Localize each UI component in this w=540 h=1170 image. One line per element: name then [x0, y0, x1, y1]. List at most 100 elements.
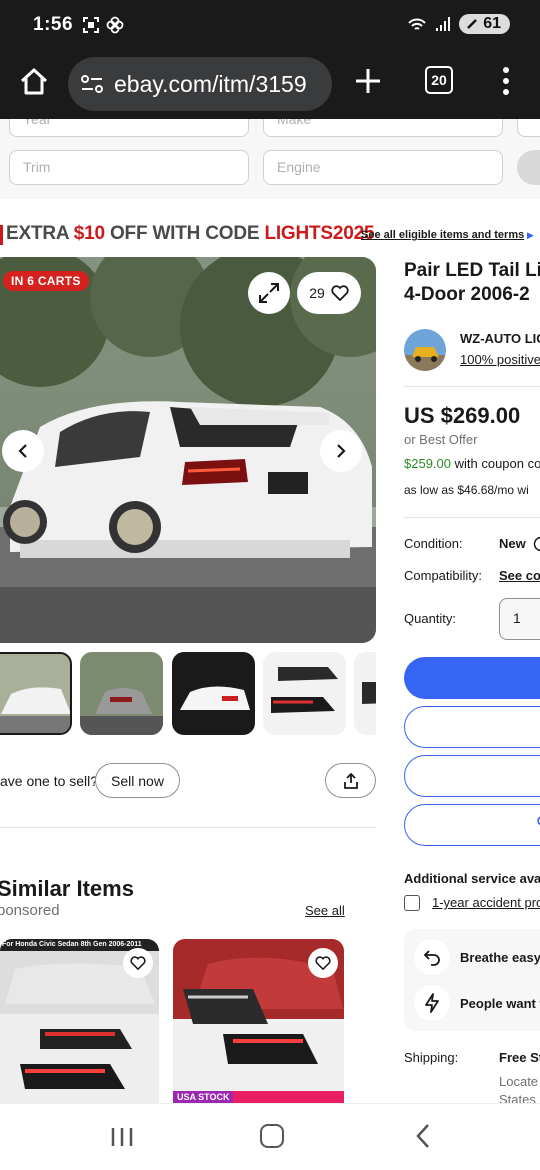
thumbnail-1[interactable]	[0, 652, 72, 735]
year-select[interactable]: Year	[9, 119, 249, 137]
fullscreen-button[interactable]	[248, 272, 290, 314]
previous-image-button[interactable]	[2, 430, 44, 472]
return-icon-wrap	[414, 939, 450, 975]
financing-line[interactable]: as low as $46.68/mo wi	[404, 483, 529, 497]
accident-plan-label[interactable]: 1-year accident pro	[432, 895, 540, 910]
sell-now-button[interactable]: Sell now	[95, 763, 180, 798]
make-offer-button[interactable]	[404, 755, 540, 797]
home-icon[interactable]	[18, 66, 50, 98]
similar-item-2-banner: USA STOCK	[177, 1092, 230, 1102]
make-placeholder: Make	[277, 119, 312, 127]
heart-icon	[130, 956, 146, 970]
shipping-label: Shipping:	[404, 1050, 459, 1065]
pinwheel-icon	[106, 16, 124, 34]
seller-feedback-link[interactable]: 100% positive	[460, 352, 540, 367]
watch-count: 29	[309, 285, 325, 301]
promo-middle: OFF WITH CODE	[104, 223, 265, 244]
condition-value: New	[499, 536, 526, 551]
buy-it-now-button[interactable]	[404, 657, 540, 699]
tab-count: 20	[431, 72, 447, 88]
listing-title-line-1: Pair LED Tail Li	[404, 260, 540, 281]
heart-icon	[315, 956, 331, 970]
promo-code: LIGHTS2025	[264, 223, 375, 244]
signal-icon	[436, 17, 451, 31]
listing-title-line-2: 4-Door 2006-2	[404, 284, 530, 305]
quantity-input[interactable]: 1	[499, 598, 540, 640]
chevron-right-icon	[337, 444, 346, 458]
coupon-text: with coupon co	[451, 456, 540, 471]
section-divider	[0, 827, 376, 828]
sell-now-label: Sell now	[111, 772, 164, 789]
tab-switcher-button[interactable]: 20	[425, 66, 453, 94]
share-icon	[343, 772, 358, 789]
thumbnail-4[interactable]	[263, 652, 346, 735]
trim-select[interactable]: Trim	[9, 150, 249, 185]
battery-saver-icon	[467, 19, 478, 29]
similar-item-1-watch[interactable]	[123, 948, 153, 978]
url-text: ebay.com/itm/3159	[114, 70, 307, 97]
screenshot-icon	[83, 17, 99, 33]
listing-title: Pair LED Tail Li 4-Door 2006-2	[404, 259, 540, 307]
back-icon[interactable]	[414, 1122, 432, 1150]
best-offer-label: or Best Offer	[404, 432, 478, 447]
bolt-icon-wrap	[414, 985, 450, 1021]
battery-indicator: 61	[459, 14, 510, 34]
next-image-button[interactable]	[320, 430, 362, 472]
thumbnail-strip	[0, 652, 376, 736]
wifi-icon	[408, 18, 426, 30]
thumbnail-3[interactable]	[172, 652, 255, 735]
new-tab-icon[interactable]	[353, 66, 383, 96]
status-time: 1:56	[33, 14, 74, 35]
additional-service-heading: Additional service avai	[404, 871, 540, 886]
seller-avatar[interactable]	[404, 329, 446, 371]
similar-item-card-1[interactable]: For Honda Civic Sedan 8th Gen 2006-2011	[0, 939, 159, 1103]
coupon-line: $259.00 with coupon co	[404, 456, 540, 471]
details-divider-2	[404, 517, 540, 518]
similar-item-2-watch[interactable]	[308, 948, 338, 978]
battery-level: 61	[483, 15, 501, 32]
similar-item-card-2[interactable]: USA STOCK	[173, 939, 344, 1103]
accident-plan-checkbox[interactable]	[404, 895, 420, 911]
heart-icon	[331, 285, 349, 301]
promo-text: EXTRA $10 OFF WITH CODE LIGHTS2025	[6, 223, 375, 245]
more-menu-icon[interactable]	[499, 66, 513, 96]
highlights-panel: Breathe easy. People want t	[404, 929, 540, 1031]
watchlist-button[interactable]: 29	[297, 272, 361, 314]
quantity-value: 1	[513, 610, 521, 626]
add-to-watchlist-button[interactable]	[404, 804, 540, 846]
sell-row: ave one to sell? Sell now	[0, 763, 376, 799]
located-line-2: States	[499, 1092, 536, 1103]
located-line-1: Locate	[499, 1074, 539, 1089]
sell-question: ave one to sell?	[0, 773, 99, 789]
info-icon[interactable]	[533, 536, 540, 552]
promo-prefix: EXTRA	[6, 223, 74, 244]
add-to-cart-button[interactable]	[404, 706, 540, 748]
seller-name[interactable]: WZ-AUTO LIG	[460, 331, 540, 346]
promo-accent	[0, 225, 3, 245]
address-bar[interactable]: ebay.com/itm/3159	[68, 57, 332, 111]
page-content: Year Make Trim Engine EXTRA $10 OFF WITH…	[0, 119, 540, 1103]
site-settings-icon[interactable]	[80, 74, 104, 94]
share-button[interactable]	[325, 763, 376, 798]
similar-items-title: Similar Items	[0, 876, 134, 901]
recent-apps-icon[interactable]	[110, 1126, 134, 1148]
shipping-value: Free St	[499, 1050, 540, 1065]
engine-placeholder: Engine	[277, 159, 321, 175]
browser-toolbar: ebay.com/itm/3159 20	[0, 52, 540, 119]
condition-label: Condition:	[404, 536, 463, 551]
listing-details-column: Pair LED Tail Li 4-Door 2006-2 WZ-AUTO L…	[404, 119, 540, 1103]
thumbnail-5[interactable]	[354, 652, 376, 735]
thumbnail-2[interactable]	[80, 652, 163, 735]
people-want-text: People want t	[460, 996, 540, 1011]
sponsored-label: ponsored	[0, 902, 60, 919]
expand-icon	[259, 283, 279, 303]
chevron-left-icon	[18, 444, 27, 458]
home-button[interactable]	[260, 1124, 284, 1148]
item-price: US $269.00	[404, 403, 521, 428]
status-bar: 1:56 61	[0, 0, 540, 52]
system-navigation-bar	[0, 1103, 540, 1170]
main-product-image[interactable]: IN 6 CARTS 29	[0, 257, 376, 643]
see-all-link[interactable]: See all	[305, 903, 345, 918]
coupon-price: $259.00	[404, 456, 451, 471]
compatibility-link[interactable]: See co	[499, 568, 540, 583]
